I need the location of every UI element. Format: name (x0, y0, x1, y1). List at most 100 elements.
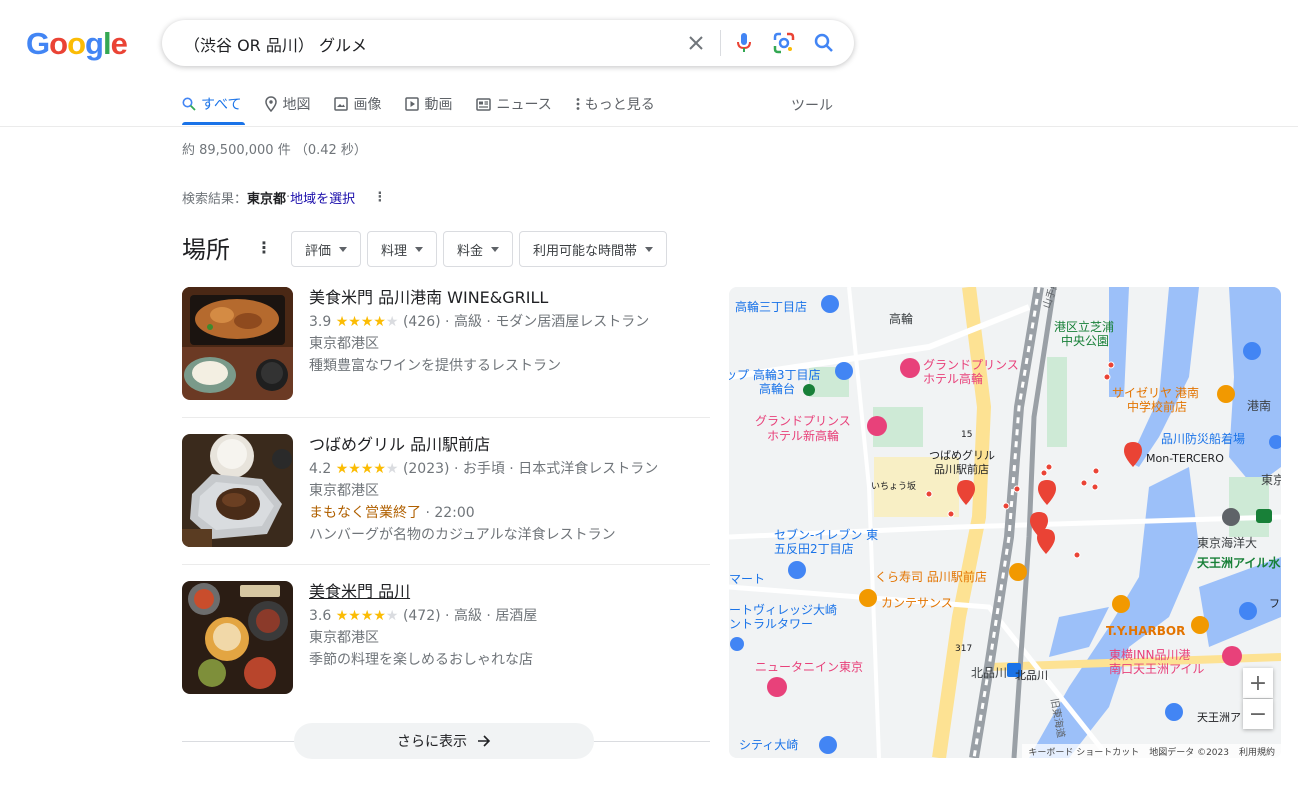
svg-text:サイゼリヤ: サイゼリヤ (1112, 386, 1172, 400)
filter-hours[interactable]: 利用可能な時間帯 (519, 231, 668, 267)
place-item[interactable]: 美食米門 品川 3.6 ★★★★★ (472) · 高級 · 居酒屋 東京都港区… (182, 581, 710, 695)
zoom-in-button[interactable]: + (1243, 668, 1273, 698)
place-rating: 4.2 (309, 461, 332, 477)
tab-more[interactable]: もっと見る (576, 92, 655, 116)
svg-text:グランドプリンス: グランドプリンス (923, 358, 1019, 372)
svg-text:港南: 港南 (1247, 398, 1271, 413)
microphone-icon[interactable] (732, 31, 756, 55)
svg-text:15: 15 (961, 430, 972, 440)
more-vert-icon[interactable]: ⋮ (373, 190, 386, 205)
star-icon: ★ (385, 461, 399, 477)
tab-label: ニュース (496, 97, 552, 113)
caret-down-icon (645, 246, 654, 252)
svg-text:品川駅前店: 品川駅前店 (934, 462, 989, 476)
svg-text:ントラルタワー: ントラルタワー (729, 617, 813, 631)
map-data-credit: 地図データ ©2023 (1149, 747, 1229, 758)
place-description: 季節の料理を楽しめるおしゃれな店 (309, 652, 533, 668)
tab-label: もっと見る (584, 97, 655, 113)
svg-text:天王洲ア: 天王洲ア (1197, 711, 1241, 724)
terms-link[interactable]: 利用規約 (1239, 745, 1275, 758)
place-meta: 3.6 ★★★★★ (472) · 高級 · 居酒屋 (309, 608, 538, 624)
place-photo[interactable] (182, 434, 293, 547)
tab-images[interactable]: 画像 (334, 92, 381, 116)
place-divider (182, 417, 710, 418)
place-category: モダン居酒屋レストラン (495, 314, 650, 330)
place-reviews: (426) (402, 314, 441, 330)
svg-text:ニュータニイン東京: ニュータニイン東京 (755, 660, 863, 674)
location-place: 東京都 (247, 192, 287, 207)
place-item[interactable]: 美食米門 品川港南 WINE&GRILL 3.9 ★★★★★ (426) · 高… (182, 287, 710, 401)
tab-videos[interactable]: 動画 (405, 92, 452, 116)
place-item[interactable]: つばめグリル 品川駅前店 4.2 ★★★★★ (2023) · お手頃 · 日本… (182, 434, 710, 548)
svg-text:港区立芝浦: 港区立芝浦 (1054, 319, 1114, 334)
filter-label: 料理 (381, 243, 408, 259)
place-price: お手頃 (462, 461, 505, 477)
svg-text:高輪三丁目店: 高輪三丁目店 (735, 299, 807, 314)
location-line: 検索結果： 東京都 · 地域を選択 ⋮ (182, 188, 386, 207)
filter-label: 評価 (305, 243, 332, 259)
svg-text:つばめグリル: つばめグリル (929, 448, 995, 462)
logo-letter: o (49, 26, 68, 61)
tab-all[interactable]: すべて (182, 92, 241, 116)
svg-text:中央公園: 中央公園 (1061, 333, 1109, 348)
svg-text:中学校前店: 中学校前店 (1127, 399, 1187, 414)
location-prefix: 検索結果： (182, 192, 248, 207)
svg-text:高輪: 高輪 (889, 311, 913, 326)
star-icon: ★★★★ (335, 461, 386, 477)
places-map[interactable]: 高輪三丁目店 ップ 高輪3丁目店 高輪台 セブン-イレブン 東 五反田2丁目店 … (729, 287, 1281, 758)
places-filters: 評価 料理 料金 利用可能な時間帯 (291, 231, 668, 267)
svg-text:ファ: ファ (1269, 597, 1281, 610)
svg-text:シティ大崎: シティ大崎 (739, 738, 798, 752)
svg-text:マート: マート (729, 572, 765, 586)
svg-text:五反田2丁目店: 五反田2丁目店 (774, 542, 854, 556)
filter-rating[interactable]: 評価 (291, 231, 362, 267)
clear-icon[interactable] (684, 31, 708, 55)
place-photo[interactable] (182, 581, 293, 694)
filter-cuisine[interactable]: 料理 (367, 231, 438, 267)
logo-letter: l (102, 26, 112, 61)
tools-button[interactable]: ツール (791, 95, 833, 115)
place-photo[interactable] (182, 287, 293, 400)
filter-label: 料金 (457, 243, 484, 259)
place-name[interactable]: 美食米門 品川 (309, 581, 537, 605)
select-region-link[interactable]: 地域を選択 (290, 188, 355, 207)
place-info: 美食米門 品川港南 WINE&GRILL 3.9 ★★★★★ (426) · 高… (309, 287, 649, 377)
place-rating: 3.6 (309, 608, 332, 624)
lens-camera-icon[interactable] (772, 31, 796, 55)
place-name[interactable]: つばめグリル 品川駅前店 (309, 434, 658, 458)
svg-text:北品川: 北品川 (971, 666, 1007, 680)
tab-label: 動画 (424, 97, 453, 113)
zoom-out-button[interactable]: − (1243, 699, 1273, 729)
star-icon: ★★★★ (335, 314, 386, 330)
filter-price[interactable]: 料金 (443, 231, 514, 267)
keyboard-shortcuts-link[interactable]: キーボード ショートカット (1028, 745, 1139, 758)
svg-text:グランドプリンス: グランドプリンス (755, 414, 851, 428)
svg-text:ップ 高輪3丁目店: ップ 高輪3丁目店 (729, 367, 820, 382)
svg-text:ホテル高輪: ホテル高輪 (923, 371, 983, 386)
header-divider (0, 126, 1298, 127)
place-rating: 3.9 (309, 314, 332, 330)
place-closing-time: · 22:00 (421, 505, 475, 521)
svg-text:港南: 港南 (1175, 385, 1199, 400)
svg-text:Mon-TERCERO: Mon-TERCERO (1146, 452, 1224, 465)
caret-down-icon (491, 246, 500, 252)
svg-text:東横INN品川港: 東横INN品川港 (1109, 648, 1191, 662)
search-icon[interactable] (812, 31, 836, 55)
tab-maps[interactable]: 地図 (265, 92, 310, 116)
google-logo[interactable]: Google (26, 26, 128, 62)
show-more-button[interactable]: さらに表示 (294, 723, 594, 759)
show-more-label: さらに表示 (397, 734, 467, 750)
search-box[interactable]: （渋谷 OR 品川） グルメ (162, 20, 854, 66)
logo-letter: e (110, 26, 128, 61)
star-icon: ★ (385, 314, 399, 330)
star-icon: ★★★★ (335, 608, 386, 624)
place-reviews: (472) (402, 608, 441, 624)
place-name[interactable]: 美食米門 品川港南 WINE&GRILL (309, 287, 649, 311)
rating-stars: ★★★★★ (336, 314, 399, 330)
tab-label: すべて (201, 97, 242, 113)
search-input[interactable]: （渋谷 OR 品川） グルメ (184, 32, 367, 56)
place-info: つばめグリル 品川駅前店 4.2 ★★★★★ (2023) · お手頃 · 日本… (309, 434, 658, 546)
tab-news[interactable]: ニュース (476, 92, 552, 116)
search-tabs: すべて 地図 画像 動画 ニュース もっと見る (182, 92, 679, 126)
more-vert-icon[interactable]: ⋮ (256, 238, 272, 257)
